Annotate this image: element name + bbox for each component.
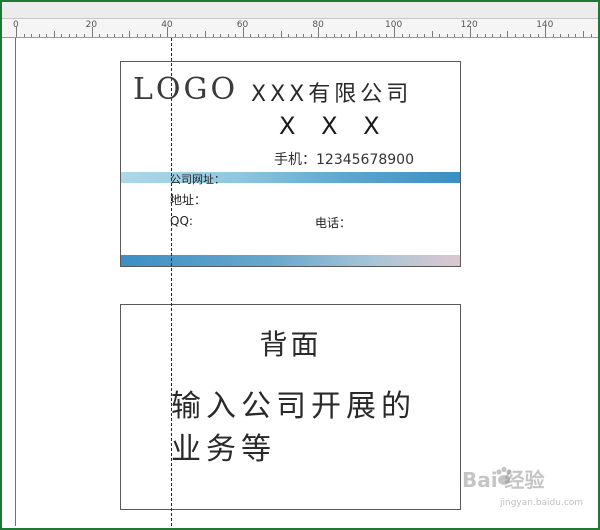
ruler-tick	[590, 34, 592, 37]
ruler-tick	[371, 34, 373, 37]
ruler-tick	[99, 34, 101, 37]
ruler-tick	[152, 34, 154, 37]
ruler-label: 60	[236, 20, 249, 30]
ruler-tick	[53, 31, 55, 37]
ruler-tick	[235, 34, 237, 37]
ruler-tick	[507, 31, 509, 37]
ruler-label: 80	[312, 20, 324, 30]
ruler-tick	[303, 34, 305, 37]
ruler-tick	[31, 34, 33, 37]
ruler-tick	[106, 34, 108, 37]
ruler-tick	[136, 34, 138, 37]
horizontal-ruler[interactable]: 0 20 40 60 80 100 120 140	[2, 19, 598, 38]
ruler-tick	[205, 31, 206, 37]
logo-text: LOGO	[133, 72, 239, 107]
ruler-tick	[129, 31, 131, 37]
ruler-tick	[61, 34, 63, 37]
phone-number: 手机：12345678900	[274, 152, 414, 168]
ruler-tick	[348, 34, 350, 37]
ruler-tick	[144, 34, 146, 37]
ruler-tick	[416, 34, 418, 37]
ruler-tick	[23, 34, 25, 37]
ruler-tick	[76, 34, 78, 37]
ruler-tick	[424, 34, 426, 37]
ruler-tick	[273, 34, 275, 37]
ruler-tick	[295, 34, 297, 37]
ruler-tick	[537, 34, 539, 37]
ruler-tick	[446, 34, 448, 37]
ruler-tick	[280, 31, 282, 37]
ruler-tick	[439, 34, 441, 37]
ruler-tick	[492, 34, 494, 37]
ruler-tick	[356, 31, 358, 37]
ruler-tick	[462, 34, 464, 37]
ruler-tick	[227, 34, 229, 37]
ruler-tick	[499, 34, 501, 37]
ruler-tick	[552, 34, 554, 37]
back-body-line-1: 输入公司开展的	[171, 389, 416, 424]
ruler-tick	[575, 34, 577, 37]
back-body-line-2: 业务等	[171, 432, 276, 467]
ruler-tick	[484, 34, 486, 37]
ruler-tick	[514, 34, 516, 37]
ruler-tick	[333, 34, 335, 37]
ruler-tick	[46, 34, 48, 37]
ruler-tick	[454, 34, 456, 37]
company-name: XXX有限公司	[251, 82, 413, 107]
qq-label: QQ:	[170, 214, 193, 228]
watermark-url: jingyan.baidu.com	[500, 498, 584, 508]
watermark-text: Bai 经验	[462, 468, 545, 492]
ruler-label: 120	[460, 20, 478, 30]
ruler-label: 140	[536, 20, 554, 30]
ruler-tick	[583, 31, 584, 37]
ruler-tick	[386, 34, 388, 37]
ruler-tick	[159, 34, 161, 37]
ruler-tick	[431, 31, 433, 37]
ruler-tick	[378, 34, 380, 37]
tel-label: 电话：	[315, 216, 352, 230]
ruler-tick	[409, 34, 411, 37]
ruler-label: 20	[85, 20, 98, 30]
ruler-label: 100	[385, 20, 403, 30]
ruler-tick	[567, 34, 569, 37]
person-name: X X X	[279, 112, 389, 140]
ruler-tick	[212, 34, 214, 37]
ruler-tick	[257, 34, 259, 37]
ruler-tick	[84, 34, 86, 37]
ruler-tick	[68, 34, 70, 37]
ruler-tick	[522, 34, 524, 37]
ruler-tick	[250, 34, 252, 37]
ruler-label: 0	[13, 20, 19, 30]
website-label: 公司网址：	[170, 173, 225, 186]
vertical-guide-line[interactable]	[171, 38, 172, 526]
ruler-tick	[325, 34, 327, 37]
ruler-tick	[174, 34, 176, 37]
ruler-tick	[288, 34, 290, 37]
toolbar-strip	[2, 2, 598, 19]
ruler-label: 40	[161, 20, 173, 30]
ruler-tick	[265, 34, 267, 37]
ruler-tick	[197, 34, 199, 37]
ruler-tick	[477, 34, 479, 37]
ruler-tick	[189, 34, 191, 37]
ruler-tick	[114, 34, 116, 37]
ruler-tick	[401, 34, 403, 37]
ruler-tick	[182, 34, 184, 37]
address-label: 地址：	[170, 193, 207, 207]
ruler-tick	[310, 34, 312, 37]
ruler-tick	[530, 34, 532, 37]
ruler-tick	[220, 34, 222, 37]
ruler-tick	[363, 34, 365, 37]
margin-guide	[15, 38, 16, 526]
ruler-tick	[560, 34, 562, 37]
ruler-tick	[121, 34, 123, 37]
ruler-tick	[38, 34, 40, 37]
ruler-tick	[341, 34, 343, 37]
